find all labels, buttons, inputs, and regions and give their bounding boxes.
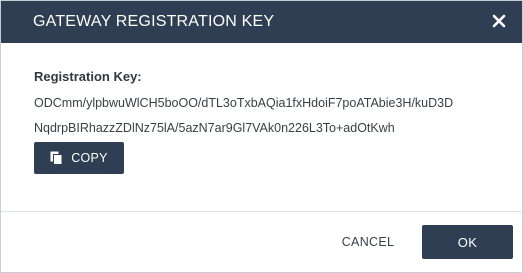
registration-key-line-2: NqdrpBIRhazzZDlNz75lA/5azN7ar9Gl7VAk0n22…: [34, 121, 395, 135]
copy-icon: [50, 151, 63, 165]
registration-key-label: Registration Key:: [34, 69, 142, 84]
ok-button[interactable]: OK: [422, 225, 513, 259]
dialog-content: Registration Key: ODCmm/ylpbwuWlCH5boOO/…: [34, 69, 504, 145]
registration-key-line-1: ODCmm/ylpbwuWlCH5boOO/dTL3oTxbAQia1fxHdo…: [34, 96, 454, 110]
dialog-header: GATEWAY REGISTRATION KEY: [1, 1, 522, 43]
cancel-button[interactable]: CANCEL: [331, 225, 405, 259]
copy-button[interactable]: COPY: [34, 142, 124, 174]
copy-button-label: COPY: [71, 151, 108, 165]
close-icon[interactable]: [490, 12, 508, 30]
dialog-title: GATEWAY REGISTRATION KEY: [33, 13, 275, 30]
footer-divider: [1, 211, 522, 212]
registration-key-dialog: GATEWAY REGISTRATION KEY Registration Ke…: [0, 0, 523, 273]
